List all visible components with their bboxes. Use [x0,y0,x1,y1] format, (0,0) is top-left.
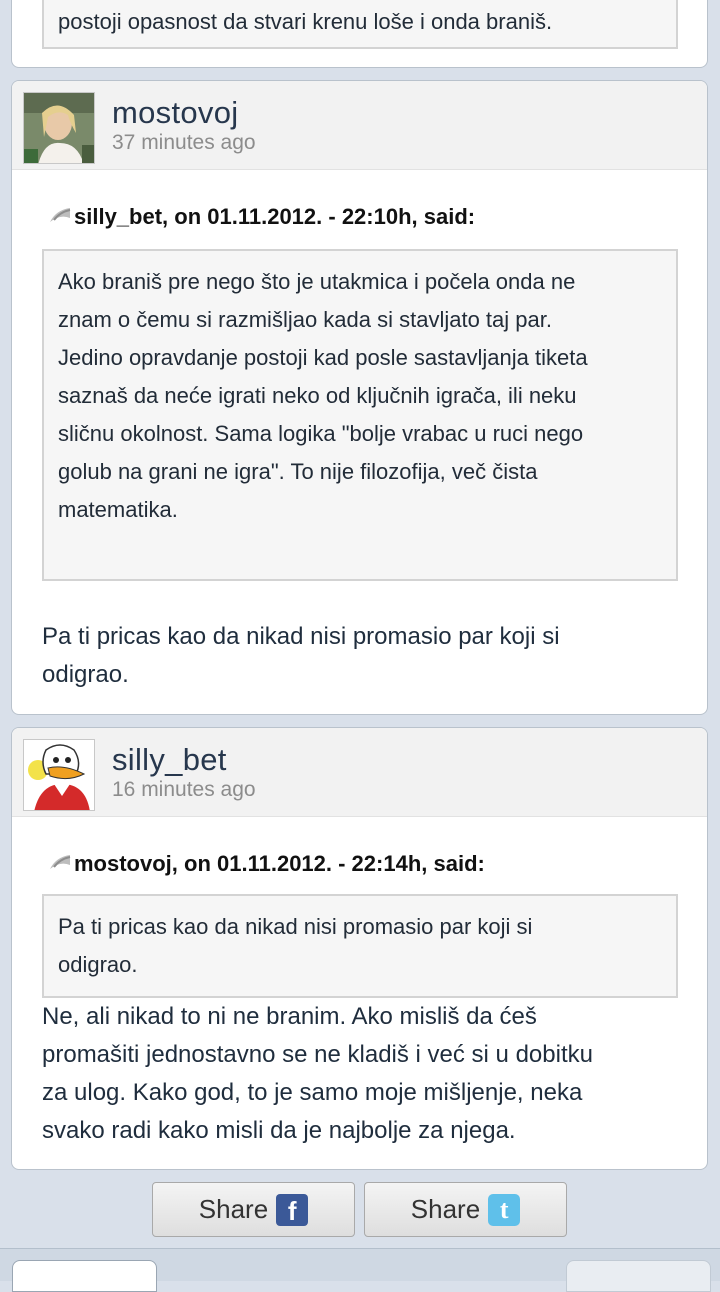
twitter-icon: t [488,1193,521,1226]
post: mostovoj 37 minutes ago silly_bet, on 01… [11,80,708,715]
share-label: Share [410,1194,481,1224]
bottom-tab-left[interactable] [12,1260,157,1292]
post-header: mostovoj 37 minutes ago [12,81,707,170]
post: silly_bet 16 minutes ago mostovoj, on 01… [11,727,708,1170]
citation-text: mostovoj, on 01.11.2012. - 22:14h, said: [74,851,485,876]
body-line: za ulog. Kako god, to je samo moje mišlj… [42,1079,583,1106]
quote-line: golub na grani ne igra". To nije filozof… [58,459,538,484]
quote-citation: mostovoj, on 01.11.2012. - 22:14h, said: [46,851,485,879]
quote-line: Jedino opravdanje postoji kad posle sast… [58,345,588,370]
quote-icon [46,204,72,232]
body-line: odigrao. [42,661,129,688]
post-header: silly_bet 16 minutes ago [12,728,707,817]
quote-box: Ako braniš pre nego što je utakmica i po… [42,249,678,581]
avatar[interactable] [23,739,95,811]
citation-text: silly_bet, on 01.11.2012. - 22:10h, said… [74,204,476,229]
quote-box: postoji opasnost da stvari krenu loše i … [42,0,678,49]
share-facebook-button[interactable]: Share f [152,1182,355,1237]
quote-line: odigrao. [58,952,138,977]
avatar-photo [24,93,94,163]
post-body: Ne, ali nikad to ni ne branim. Ako misli… [42,998,682,1150]
quote-line: matematika. [58,497,178,522]
body-line: Pa ti pricas kao da nikad nisi promasio … [42,623,560,650]
quote-text: postoji opasnost da stvari krenu loše i … [58,9,553,34]
post-time: 37 minutes ago [112,131,256,154]
share-twitter-button[interactable]: Share t [364,1182,567,1237]
quote-line: sličnu okolnost. Sama logika "bolje vrab… [58,421,584,446]
facebook-icon: f [276,1193,309,1226]
quote-icon [46,851,72,879]
avatar-duck [24,740,94,810]
post-partial: postoji opasnost da stvari krenu loše i … [11,0,708,68]
quote-line: Pa ti pricas kao da nikad nisi promasio … [58,914,533,939]
share-label: Share [198,1194,269,1224]
quote-line: saznaš da neće igrati neko od ključnih i… [58,383,577,408]
quote-box: Pa ti pricas kao da nikad nisi promasio … [42,894,678,998]
author-name[interactable]: mostovoj [112,95,238,131]
body-line: svako radi kako misli da je najbolje za … [42,1117,516,1144]
quote-line: Ako braniš pre nego što je utakmica i po… [58,269,576,294]
bottom-tab-right[interactable] [566,1260,711,1292]
post-time: 16 minutes ago [112,778,256,801]
quote-citation: silly_bet, on 01.11.2012. - 22:10h, said… [46,204,475,232]
body-line: Ne, ali nikad to ni ne branim. Ako misli… [42,1003,537,1030]
body-line: promašiti jednostavno se ne kladiš i već… [42,1041,593,1068]
avatar[interactable] [23,92,95,164]
post-body: Pa ti pricas kao da nikad nisi promasio … [42,618,682,694]
quote-line: znam o čemu si razmišljao kada si stavlj… [58,307,552,332]
author-name[interactable]: silly_bet [112,742,227,778]
